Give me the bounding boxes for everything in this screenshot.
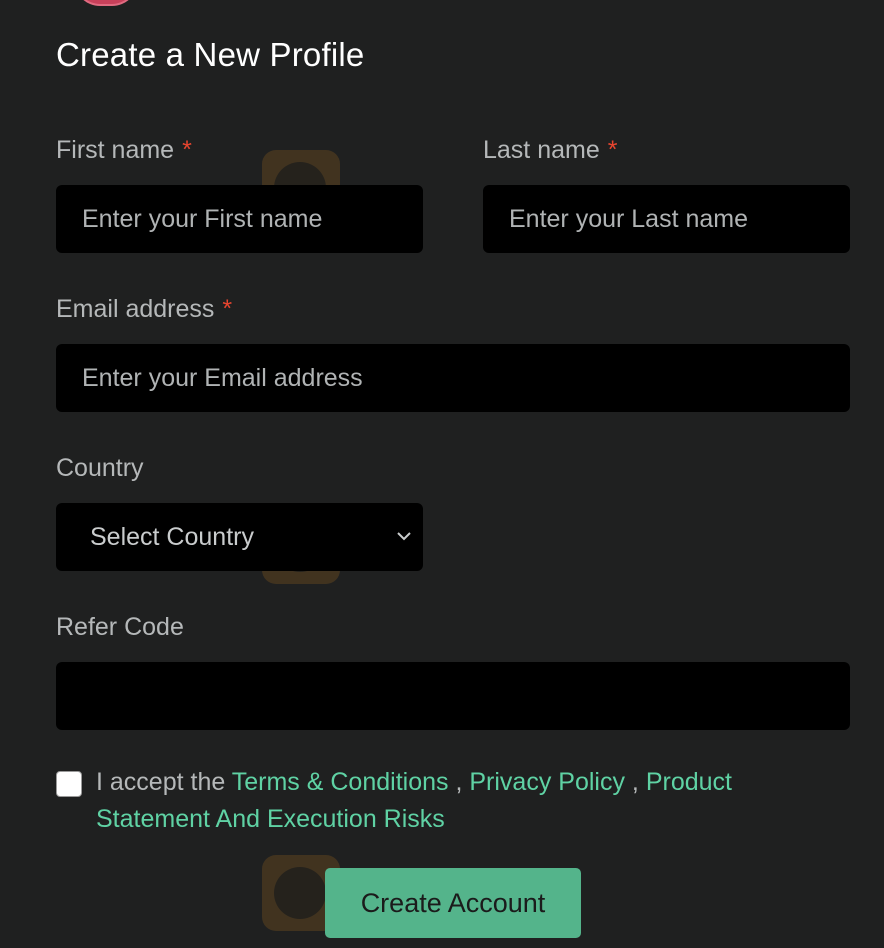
create-account-button[interactable]: Create Account [325, 868, 581, 938]
terms-separator: , [455, 768, 463, 796]
terms-conditions-link[interactable]: Terms & Conditions [232, 768, 449, 796]
terms-separator: , [631, 768, 639, 796]
terms-text: I accept the Terms & Conditions , Privac… [96, 764, 836, 838]
last-name-input[interactable] [483, 185, 850, 253]
country-select-value: Select Country [90, 522, 254, 551]
last-name-label-text: Last name [483, 136, 600, 164]
email-label-text: Email address [56, 295, 215, 323]
country-select[interactable]: Select Country [56, 503, 423, 571]
avatar [76, 0, 136, 4]
required-mark: * [182, 136, 192, 164]
email-input[interactable] [56, 344, 850, 412]
create-profile-page: Create a New Profile First name* Last na… [0, 0, 884, 948]
first-name-input[interactable] [56, 185, 423, 253]
first-name-label: First name * [56, 136, 192, 165]
required-mark: * [222, 295, 233, 323]
privacy-policy-link[interactable]: Privacy Policy [469, 768, 625, 796]
refer-code-input[interactable] [56, 662, 850, 730]
page-title: Create a New Profile [56, 36, 365, 73]
accept-terms-checkbox[interactable] [56, 771, 82, 797]
refer-code-label: Refer Code [56, 613, 184, 641]
required-mark: * [607, 136, 618, 164]
email-label: Email address * [56, 295, 232, 324]
terms-prefix: I accept the [96, 768, 226, 796]
country-label: Country [56, 454, 144, 482]
chevron-down-icon [397, 532, 411, 541]
last-name-label: Last name * [483, 136, 617, 165]
first-name-label-text: First name [56, 136, 175, 164]
